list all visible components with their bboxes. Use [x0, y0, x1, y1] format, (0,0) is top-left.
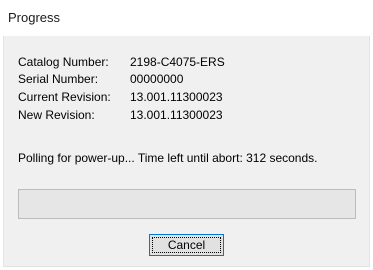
title-bar[interactable]: Progress — [0, 0, 373, 36]
current-revision-value: 13.001.11300023 — [130, 90, 223, 104]
status-message: Polling for power-up... Time left until … — [18, 151, 318, 165]
progress-bar — [18, 189, 356, 219]
serial-number-value: 00000000 — [130, 72, 184, 86]
catalog-number-value: 2198-C4075-ERS — [130, 55, 225, 69]
new-revision-label: New Revision: — [18, 108, 95, 122]
cancel-button-label: Cancel — [167, 238, 206, 252]
serial-number-label: Serial Number: — [18, 72, 99, 86]
dialog-body: Catalog Number: 2198-C4075-ERS Serial Nu… — [3, 36, 370, 267]
catalog-number-label: Catalog Number: — [18, 55, 109, 69]
cancel-button[interactable]: Cancel — [149, 234, 224, 256]
new-revision-value: 13.001.11300023 — [130, 108, 223, 122]
current-revision-label: Current Revision: — [18, 90, 111, 104]
window-title: Progress — [8, 10, 61, 25]
progress-dialog: Progress Catalog Number: 2198-C4075-ERS … — [0, 0, 373, 270]
